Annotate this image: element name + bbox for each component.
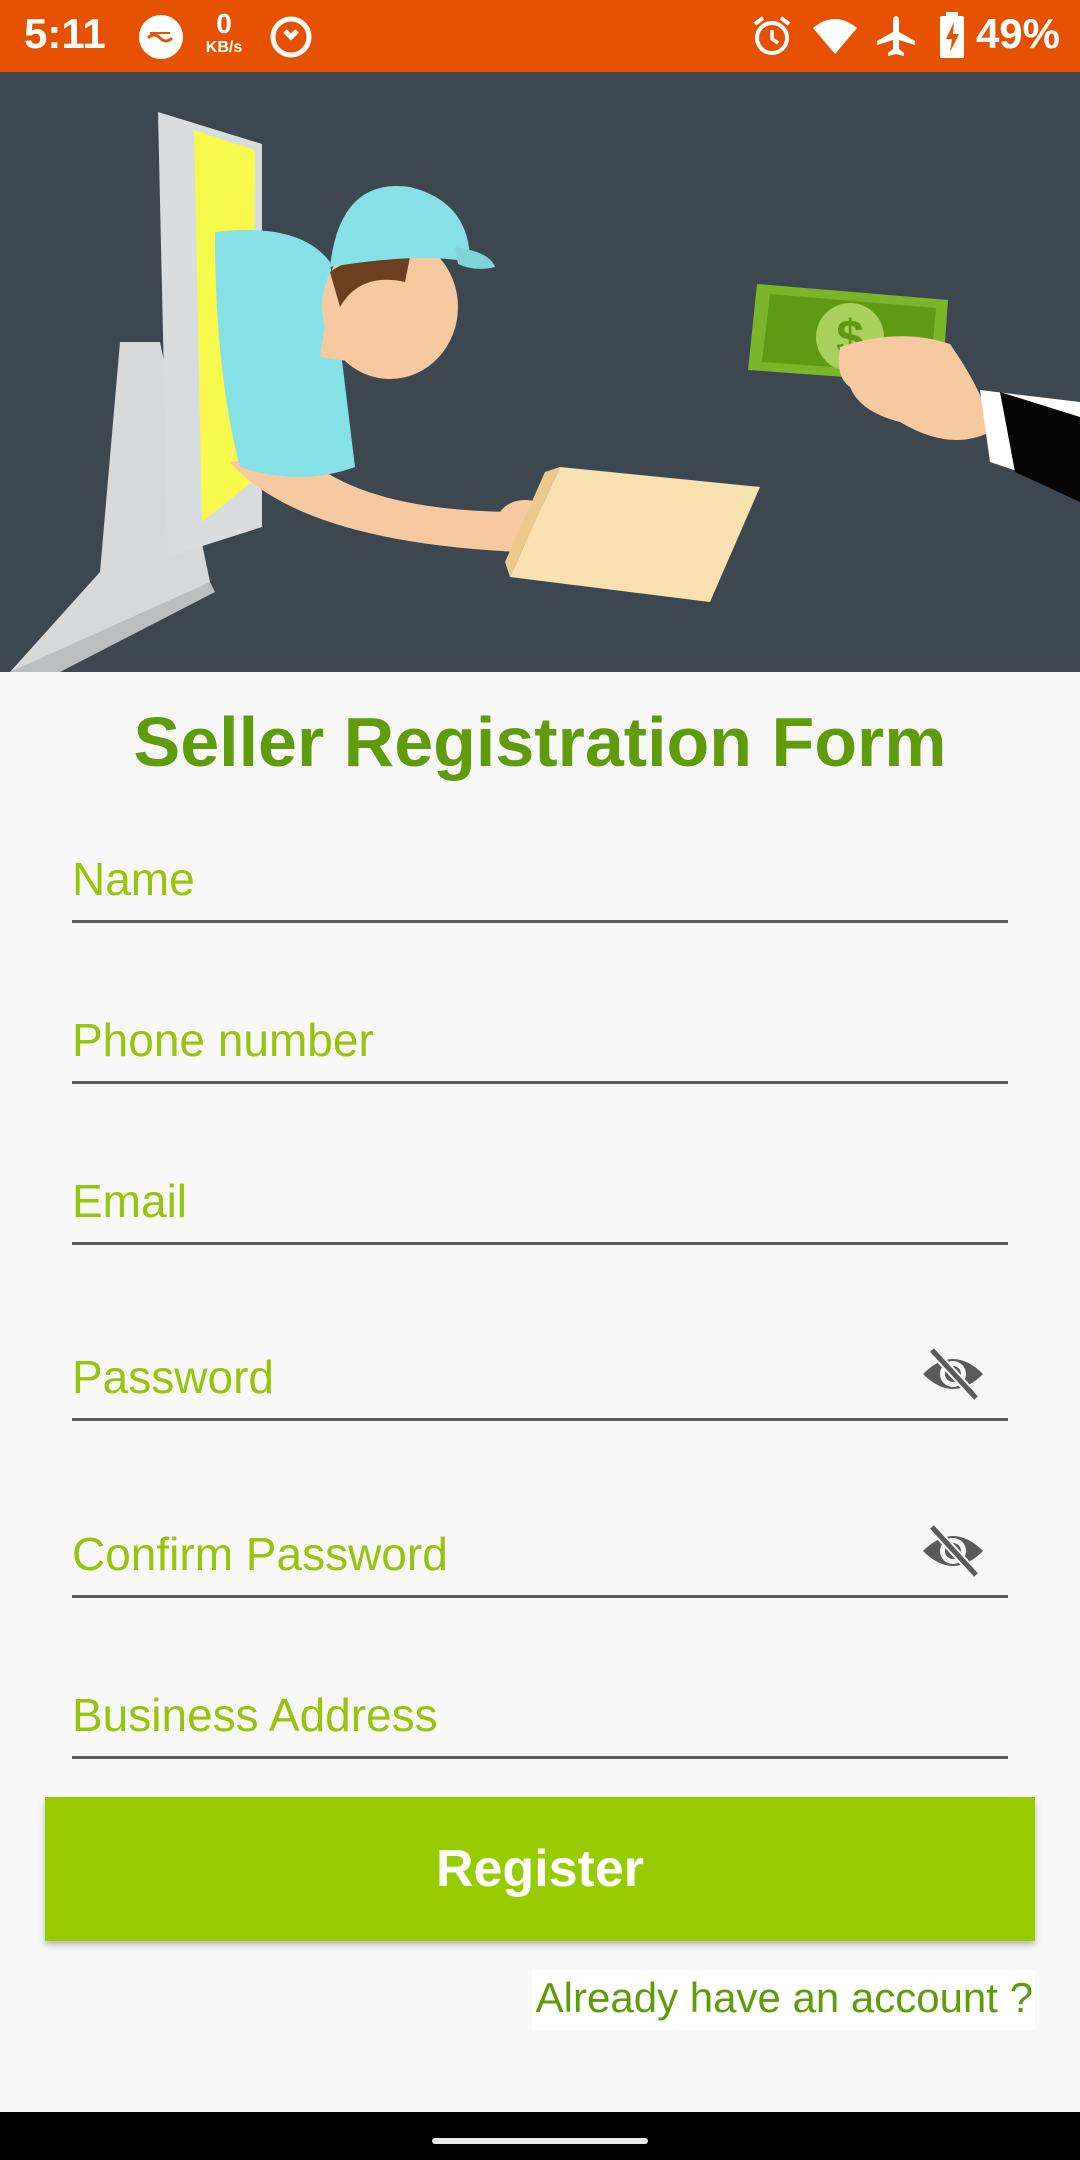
phone-number-placeholder: Phone number <box>72 1014 374 1066</box>
password-field[interactable]: Password <box>72 1298 1008 1421</box>
airplane-icon <box>877 16 915 56</box>
battery-charging-icon <box>940 12 964 58</box>
visibility-off-icon[interactable] <box>920 1346 986 1402</box>
wifi-icon <box>813 19 857 54</box>
app-notification-icon <box>139 15 183 59</box>
status-time: 5:11 <box>24 10 106 57</box>
email-placeholder: Email <box>72 1175 188 1227</box>
name-placeholder: Name <box>72 853 195 905</box>
hero-banner: $ <box>0 72 1080 672</box>
name-field[interactable]: Name <box>72 800 1008 923</box>
confirm-password-field[interactable]: Confirm Password <box>72 1475 1008 1598</box>
status-bar: 5:11 0 KB/s 49% <box>0 0 1080 72</box>
network-speed-unit: KB/s <box>205 39 243 56</box>
network-speed-value: 0 <box>216 8 232 39</box>
home-gesture-handle[interactable] <box>432 2138 648 2144</box>
navigation-bar <box>0 2112 1080 2160</box>
confirm-password-placeholder: Confirm Password <box>72 1528 448 1580</box>
visibility-off-icon[interactable] <box>920 1523 986 1579</box>
network-speed: 0 KB/s <box>198 10 250 56</box>
no-disturb-icon <box>270 16 312 58</box>
alarm-icon <box>753 16 791 55</box>
login-link[interactable]: Already have an account ? <box>531 1970 1035 2030</box>
delivery-illustration: $ <box>10 112 1080 672</box>
business-address-field[interactable]: Business Address <box>72 1636 1008 1759</box>
business-address-placeholder: Business Address <box>72 1689 438 1741</box>
password-placeholder: Password <box>72 1351 274 1403</box>
battery-percent: 49% <box>975 10 1060 57</box>
phone-number-field[interactable]: Phone number <box>72 961 1008 1084</box>
email-field[interactable]: Email <box>72 1122 1008 1245</box>
register-button[interactable]: Register <box>45 1797 1035 1941</box>
page-title: Seller Registration Form <box>133 703 947 781</box>
